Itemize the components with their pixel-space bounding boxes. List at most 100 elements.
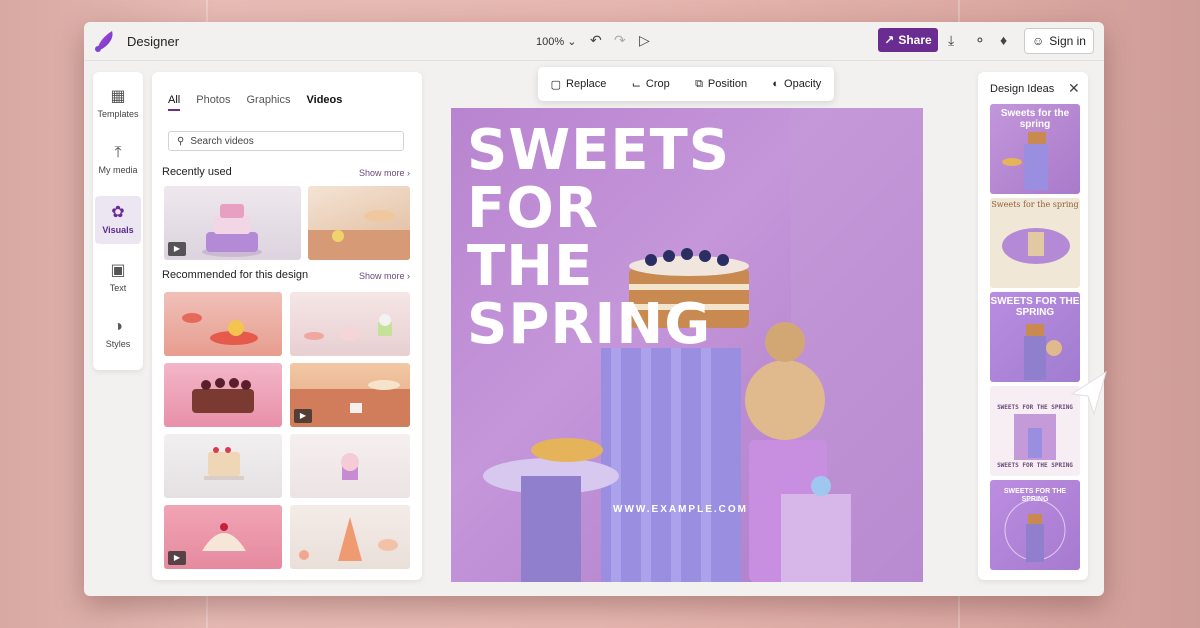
media-thumbnail-pastries-video[interactable]: ▶: [290, 363, 410, 427]
search-placeholder: Search videos: [190, 135, 254, 147]
design-idea-5[interactable]: SWEETS FOR THE SPRING: [990, 480, 1080, 570]
account-icon: ☺: [1032, 34, 1045, 48]
templates-icon: ▦: [110, 88, 126, 105]
sign-in-label: Sign in: [1049, 34, 1086, 48]
media-thumbnail-cake-video[interactable]: ▶: [164, 186, 301, 260]
app-title: Designer: [127, 34, 180, 49]
position-icon: ⧉: [695, 77, 703, 90]
design-idea-4[interactable]: SWEETS FOR THE SPRING SWEETS FOR THE SPR…: [990, 386, 1080, 476]
left-nav-rail: ▦ Templates ⤒ My media ✿ Visuals ▣ Text …: [93, 72, 143, 370]
media-thumbnail-jelly-video[interactable]: ▶: [164, 505, 282, 569]
tab-all[interactable]: All: [168, 94, 181, 111]
idea-thumbnail-art: [1004, 499, 1066, 562]
show-more-link[interactable]: Show more ›: [359, 271, 410, 281]
rail-item-text[interactable]: ▣ Text: [95, 254, 141, 302]
rail-label: My media: [98, 165, 138, 175]
rail-item-templates[interactable]: ▦ Templates: [95, 80, 141, 128]
rail-label: Styles: [105, 339, 131, 349]
headline-line: FOR: [467, 176, 599, 241]
design-idea-1[interactable]: Sweets for the spring: [990, 104, 1080, 194]
image-toolbar: ▢ Replace ⌙ Crop ⧉ Position ◐ Opacity: [538, 67, 834, 101]
media-thumbnail-citrus[interactable]: [164, 292, 282, 356]
opacity-icon: ◐: [772, 78, 780, 90]
visuals-icon: ✿: [111, 204, 125, 221]
tab-videos[interactable]: Videos: [307, 94, 343, 111]
undo-icon[interactable]: ↶: [590, 32, 602, 48]
download-icon[interactable]: ⤓: [948, 32, 954, 48]
crop-label: Crop: [645, 78, 670, 90]
rail-label: Templates: [97, 109, 139, 119]
share-icon: ↗: [884, 33, 895, 47]
redo-icon[interactable]: ↷: [614, 32, 626, 48]
baking-table-image: [308, 210, 410, 260]
media-thumbnail-chocolate-cake[interactable]: [164, 363, 282, 427]
media-thumbnail-cupcake[interactable]: [290, 434, 410, 498]
media-thumbnail-kitchen[interactable]: [308, 186, 410, 260]
notification-icon[interactable]: ♦: [1000, 32, 1007, 48]
media-thumbnail-macarons[interactable]: [290, 505, 410, 569]
idea-thumbnail-art: [1002, 132, 1048, 190]
rail-label: Visuals: [102, 225, 134, 235]
headline-line: SPRING: [467, 292, 712, 357]
search-icon: ⚲: [177, 135, 185, 147]
design-canvas[interactable]: SWEETS FOR THE SPRING WWW.EXAMPLE.COM: [451, 108, 923, 582]
idea-subtitle: SWEETS FOR THE SPRING: [997, 462, 1073, 469]
visuals-tabs: All Photos Graphics Videos: [168, 94, 342, 111]
zoom-dropdown[interactable]: 100% ⌄: [536, 35, 576, 48]
design-ideas-panel: Design Ideas ✕ Sweets for the spring Swe…: [978, 72, 1088, 580]
play-icon[interactable]: ▷: [639, 32, 650, 48]
rail-item-visuals[interactable]: ✿ Visuals: [95, 196, 141, 244]
media-thumbnail-crepe-cake[interactable]: [164, 434, 282, 498]
pointer-cursor-icon: [1070, 370, 1107, 416]
tab-photos[interactable]: Photos: [196, 94, 230, 111]
upload-icon: ⤒: [114, 144, 122, 161]
video-icon: ▶: [168, 242, 186, 256]
position-label: Position: [707, 78, 748, 90]
idea-thumbnail-art: [1002, 228, 1070, 264]
show-more-label: Show more: [358, 271, 405, 281]
media-thumbnail-desserts[interactable]: [290, 292, 410, 356]
close-icon[interactable]: ✕: [1068, 80, 1080, 97]
headline-line: SWEETS: [467, 118, 731, 183]
idea-thumbnail-art: [1024, 324, 1062, 380]
designer-logo-icon: [95, 31, 113, 52]
text-icon: ▣: [110, 262, 126, 279]
recently-used-heading: Recently used: [162, 166, 232, 178]
sign-in-button[interactable]: ☺ Sign in: [1024, 28, 1094, 54]
zoom-value: 100%: [536, 36, 565, 48]
headline-line: THE: [467, 234, 594, 299]
replace-button[interactable]: ▢ Replace: [551, 78, 607, 91]
rail-item-my-media[interactable]: ⤒ My media: [95, 138, 141, 186]
crop-button[interactable]: ⌙ Crop: [632, 78, 670, 91]
crop-icon: ⌙: [631, 78, 641, 91]
crepe-cake-image: [204, 447, 244, 480]
recommended-heading: Recommended for this design: [162, 269, 309, 281]
opacity-label: Opacity: [784, 78, 822, 90]
opacity-button[interactable]: ◐ Opacity: [772, 78, 821, 90]
rail-label: Text: [109, 283, 127, 293]
design-idea-2[interactable]: Sweets for the spring: [990, 198, 1080, 288]
title-bar: Designer 100% ⌄ ↶ ↷ ▷ ↗ Share ⤓ ⚬ ♦ ☺ Si…: [84, 22, 1104, 61]
people-icon[interactable]: ⚬: [974, 32, 986, 48]
show-more-link[interactable]: Show more ›: [359, 168, 410, 178]
video-icon: ▶: [294, 409, 312, 423]
designer-window: Designer 100% ⌄ ↶ ↷ ▷ ↗ Share ⤓ ⚬ ♦ ☺ Si…: [84, 22, 1104, 596]
search-input[interactable]: ⚲ Search videos: [168, 131, 404, 151]
video-icon: ▶: [168, 551, 186, 565]
rail-item-styles[interactable]: ◑ Styles: [95, 312, 141, 360]
macaron-tower-image: [299, 517, 398, 561]
chevron-down-icon: ⌄: [567, 36, 577, 48]
share-label: Share: [898, 33, 932, 47]
replace-label: Replace: [566, 78, 607, 90]
tab-graphics[interactable]: Graphics: [246, 94, 290, 111]
chocolate-cake-image: [192, 378, 254, 413]
design-ideas-title: Design Ideas: [990, 83, 1055, 95]
design-idea-3[interactable]: SWEETS FOR THE SPRING: [990, 292, 1080, 382]
show-more-label: Show more: [358, 168, 405, 178]
website-text[interactable]: WWW.EXAMPLE.COM: [613, 504, 748, 515]
palette-icon: ◑: [113, 318, 123, 335]
headline-text[interactable]: SWEETS FOR THE SPRING: [467, 122, 730, 354]
position-button[interactable]: ⧉ Position: [695, 78, 747, 91]
share-button[interactable]: ↗ Share: [878, 28, 938, 52]
desserts-row-image: [304, 314, 392, 341]
